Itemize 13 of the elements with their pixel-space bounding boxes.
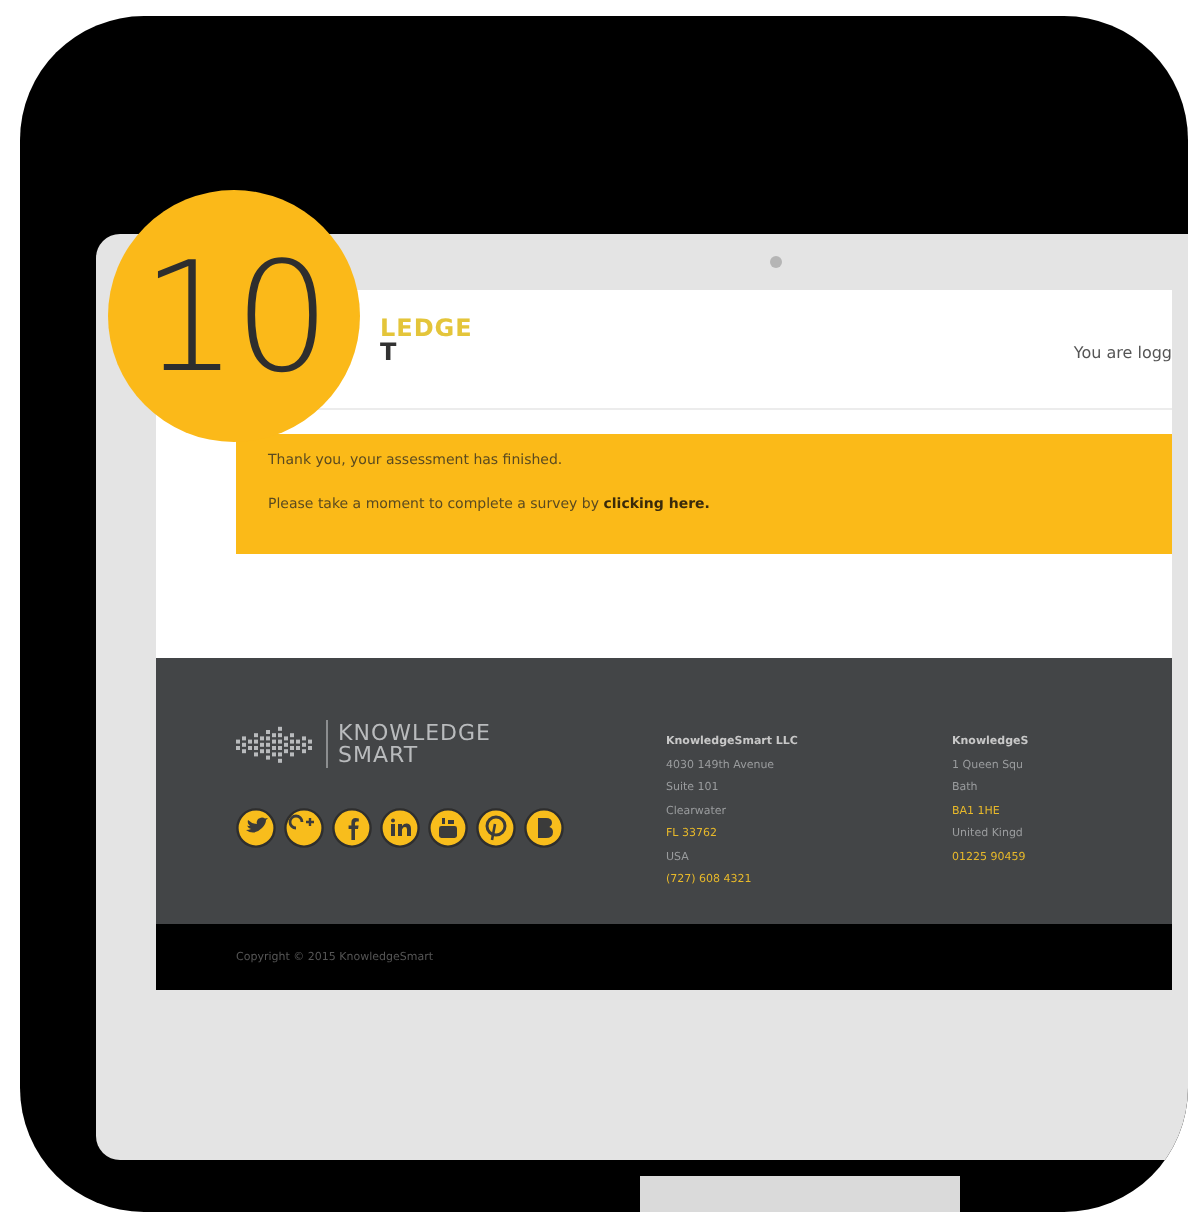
social-icon[interactable]	[524, 808, 564, 849]
social-icon[interactable]	[380, 808, 420, 849]
social-icon[interactable]	[236, 808, 276, 849]
social-icon[interactable]	[428, 808, 468, 849]
social-icon[interactable]	[476, 808, 516, 849]
camera-icon	[770, 256, 782, 268]
logo-text: LEDGE	[380, 316, 473, 340]
social-icon[interactable]	[332, 808, 372, 849]
logo-text: T	[380, 340, 399, 364]
login-status: You are logg	[1073, 344, 1172, 362]
logo-text: KNOWLEDGE	[338, 722, 491, 745]
logo-text: SMART	[338, 744, 421, 767]
social-icon[interactable]	[284, 808, 324, 849]
